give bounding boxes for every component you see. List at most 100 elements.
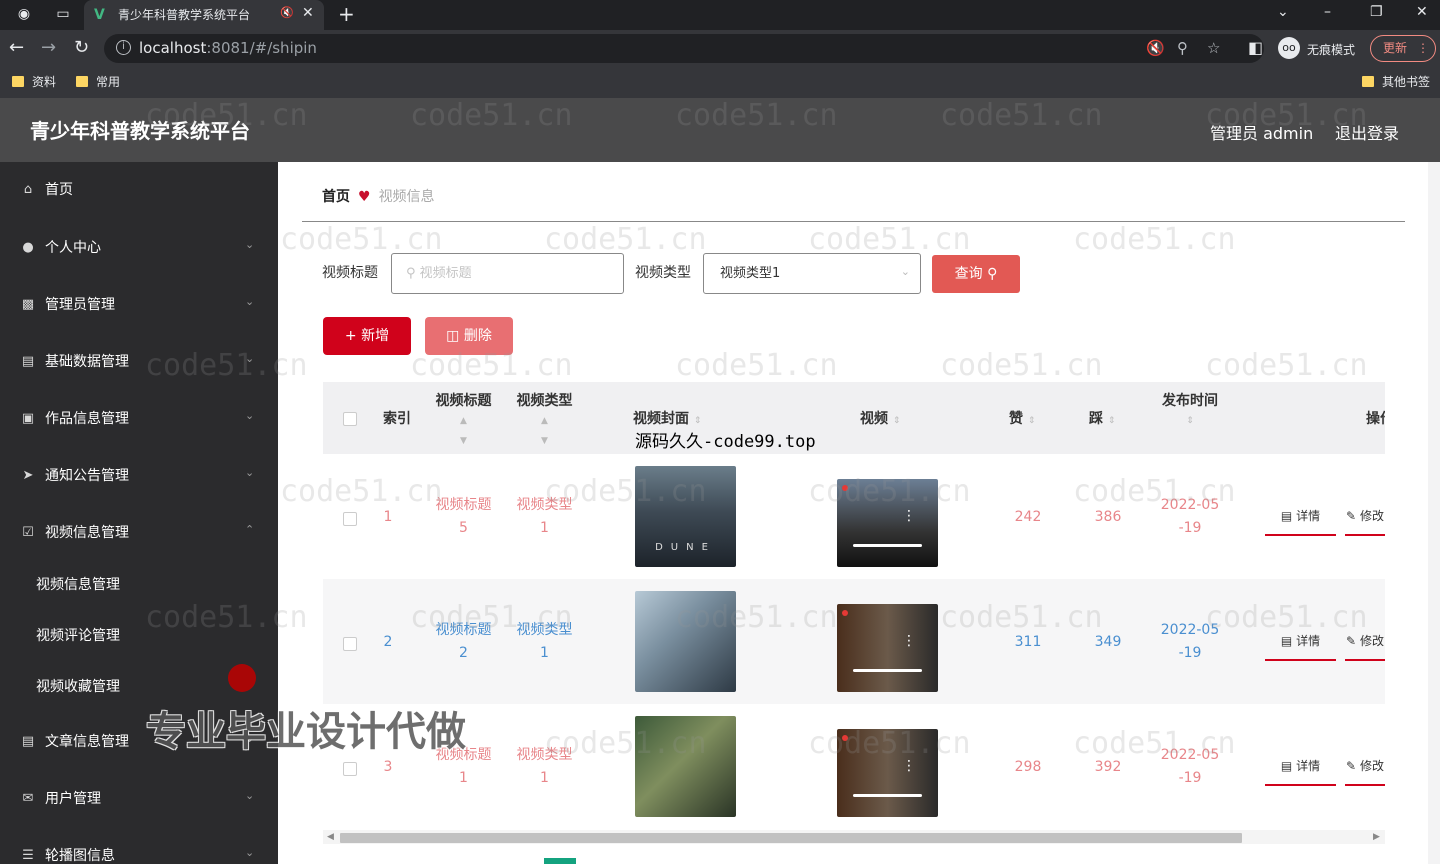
sidebar-item-users[interactable]: ✉ 用户管理 ⌄	[0, 779, 278, 819]
tab-search-icon[interactable]: ▭	[54, 5, 72, 23]
query-button[interactable]: 查询 ⚲	[932, 255, 1020, 293]
pagination-active-page[interactable]	[544, 858, 576, 864]
video-cover-image[interactable]	[635, 591, 736, 692]
record-icon	[842, 610, 848, 616]
edit-button[interactable]: ✎ 修改	[1345, 623, 1385, 661]
video-progress-bar[interactable]	[853, 669, 922, 672]
blocked-media-icon[interactable]: 🔇	[1146, 39, 1165, 57]
chevron-down-icon: ⌄	[245, 846, 255, 859]
sidebar-item-admins[interactable]: ▩ 管理员管理 ⌄	[0, 285, 278, 325]
table-row: 3 视频标题 1 视频类型 1 ⋮ 298 392 2022-05 -19 ▤ 详情 …	[323, 704, 1385, 829]
briefcase-icon: ▩	[21, 297, 35, 312]
bookmark-folder-2[interactable]: 常用	[76, 75, 120, 89]
edit-button[interactable]: ✎ 修改	[1345, 748, 1385, 786]
browser-menu-icon[interactable]: ◉	[15, 5, 33, 23]
row-checkbox[interactable]	[343, 637, 357, 651]
video-progress-bar[interactable]	[853, 544, 922, 547]
header-type[interactable]: 视频类型 ▲ ▼	[512, 392, 577, 450]
folder-icon	[1362, 76, 1374, 87]
update-button[interactable]: 更新 ⋮	[1370, 35, 1436, 62]
logout-link[interactable]: 退出登录	[1335, 120, 1399, 144]
sidebar-item-carousel[interactable]: ☰ 轮播图信息 ⌄	[0, 836, 278, 864]
reload-icon[interactable]: ↻	[74, 38, 89, 58]
horizontal-scrollbar[interactable]: ◀ ▶	[323, 830, 1385, 844]
video-cover-image[interactable]: DUNE	[635, 466, 736, 567]
video-player[interactable]: ⋮	[837, 729, 938, 817]
mute-icon[interactable]: 🔇	[280, 6, 294, 19]
overlay-text-large: 专业毕业设计代做	[146, 709, 466, 755]
search-icon: ⚲	[987, 266, 998, 282]
add-button[interactable]: + 新增	[323, 317, 411, 355]
sidebar-item-profile[interactable]: ● 个人中心 ⌄	[0, 228, 278, 268]
video-player[interactable]: ⋮	[837, 604, 938, 692]
browser-tab[interactable]: V 青少年科普教学系统平台 🔇 ✕	[84, 0, 324, 30]
scroll-left-icon[interactable]: ◀	[327, 830, 334, 844]
sidebar-item-works[interactable]: ▣ 作品信息管理 ⌄	[0, 399, 278, 439]
select-all-checkbox[interactable]	[343, 412, 357, 426]
header-actions: 操作	[1366, 411, 1385, 427]
row-title: 视频标题 2	[435, 622, 492, 661]
cover-title: DUNE	[655, 542, 716, 553]
url-bar[interactable]: i localhost:8081/#/shipin 🔇 ⚲ ☆	[104, 34, 1264, 63]
folder-icon	[76, 76, 88, 87]
video-cover-image[interactable]	[635, 716, 736, 817]
type-select[interactable]: 视频类型1 ⌄	[703, 253, 921, 294]
bookmark-star-icon[interactable]: ☆	[1207, 39, 1220, 57]
new-tab-button[interactable]: +	[338, 3, 355, 25]
detail-button[interactable]: ▤ 详情	[1265, 748, 1336, 786]
minimize-icon[interactable]: –	[1324, 4, 1331, 20]
checklist-icon: ☑	[22, 525, 34, 540]
sidebar-item-videos[interactable]: ☑ 视频信息管理 ⌃	[0, 513, 278, 553]
row-checkbox[interactable]	[343, 762, 357, 776]
site-info-icon[interactable]: i	[116, 40, 131, 55]
more-vertical-icon[interactable]: ⋮	[902, 509, 916, 523]
title-search-input[interactable]: ⚲ 视频标题	[391, 253, 624, 294]
chevron-down-icon: ⌄	[245, 352, 255, 365]
content-panel: 首页 ♥ 视频信息 视频标题 ⚲ 视频标题 视频类型 视频类型1 ⌄ 查询 ⚲ + …	[278, 162, 1428, 864]
detail-button[interactable]: ▤ 详情	[1265, 498, 1336, 536]
side-panel-icon[interactable]: ◧	[1248, 38, 1263, 58]
sidebar-item-notices[interactable]: ➤ 通知公告管理 ⌄	[0, 456, 278, 496]
folder-icon	[12, 76, 24, 87]
sidebar-item-home[interactable]: ⌂ 首页	[0, 170, 278, 210]
header-dislikes[interactable]: 踩 ⇕	[1089, 410, 1115, 430]
header-video[interactable]: 视频 ⇕	[860, 410, 900, 430]
scroll-right-icon[interactable]: ▶	[1373, 830, 1380, 844]
video-player[interactable]: ⋮	[837, 479, 938, 567]
sidebar-item-label: 视频信息管理	[45, 525, 129, 541]
password-key-icon[interactable]: ⚲	[1177, 39, 1188, 57]
sidebar-item-basedata[interactable]: ▤ 基础数据管理 ⌄	[0, 342, 278, 382]
header-title[interactable]: 视频标题 ▲ ▼	[431, 392, 496, 450]
scrollbar-thumb[interactable]	[340, 833, 1242, 843]
submenu-video-info[interactable]: 视频信息管理	[36, 576, 120, 594]
sidebar-item-label: 用户管理	[45, 791, 101, 807]
current-user: 管理员 admin	[1210, 124, 1314, 143]
tab-close-icon[interactable]: ✕	[302, 5, 314, 21]
more-vertical-icon[interactable]: ⋮	[902, 634, 916, 648]
submenu-video-comments[interactable]: 视频评论管理	[36, 627, 120, 645]
delete-button[interactable]: ◫ 删除	[425, 317, 513, 355]
tab-list-icon[interactable]: ⌄	[1277, 4, 1289, 20]
breadcrumb-home[interactable]: 首页	[322, 189, 350, 205]
other-bookmarks[interactable]: 其他书签	[1362, 75, 1430, 89]
bookmark-folder-1[interactable]: 资料	[12, 75, 56, 89]
edit-icon: ✎	[1346, 634, 1357, 648]
sort-icon: ▲ ▼	[460, 416, 467, 446]
url-text: localhost:8081/#/shipin	[139, 39, 317, 57]
header-cover[interactable]: 视频封面 ⇕	[633, 410, 701, 430]
window-close-icon[interactable]: ✕	[1416, 4, 1428, 20]
detail-button[interactable]: ▤ 详情	[1265, 623, 1336, 661]
forward-icon[interactable]: →	[41, 38, 56, 58]
divider	[302, 221, 1405, 222]
restore-icon[interactable]: ❐	[1370, 4, 1383, 20]
edit-button[interactable]: ✎ 修改	[1345, 498, 1385, 536]
submenu-video-favorites[interactable]: 视频收藏管理	[36, 678, 120, 696]
video-progress-bar[interactable]	[853, 794, 922, 797]
stack-icon: ▤	[21, 354, 35, 369]
more-vertical-icon[interactable]: ⋮	[902, 759, 916, 773]
row-checkbox[interactable]	[343, 512, 357, 526]
header-publish-time[interactable]: 发布时间 ⇕	[1155, 392, 1225, 430]
list-icon: ☰	[22, 848, 34, 863]
back-icon[interactable]: ←	[9, 38, 24, 58]
header-likes[interactable]: 赞 ⇕	[1009, 410, 1035, 430]
